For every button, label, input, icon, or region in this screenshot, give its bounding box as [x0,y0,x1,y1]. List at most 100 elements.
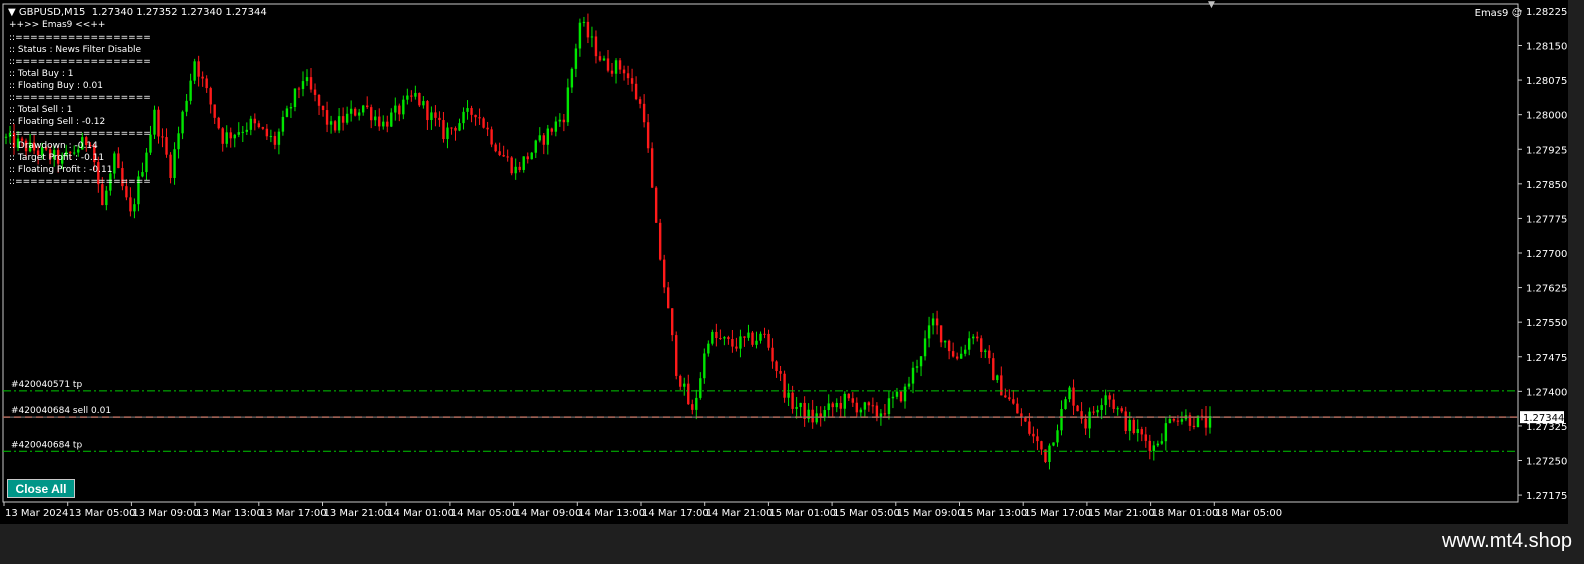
info-panel-line: ::================== [9,93,151,103]
candle-body [386,121,389,127]
x-tick-label: 13 Mar 05:00 [69,508,136,519]
candle-body [1120,408,1123,412]
candle-body [675,335,678,376]
candle-body [205,78,208,89]
watermark-text: www.mt4.shop [1441,530,1572,552]
candle-body [438,117,441,121]
candle-body [811,409,814,423]
y-tick-label: 1.27400 [1526,387,1567,398]
candle-body [747,332,750,338]
candle-body [1160,441,1164,444]
x-tick-label: 14 Mar 13:00 [578,508,645,519]
candle-body [939,325,943,343]
candle-body [281,116,285,132]
info-panel-line: :: Total Buy : 1 [9,69,74,79]
candle-body [775,361,778,372]
candle-body [683,383,686,387]
candle-body [209,88,212,105]
candle-body [277,131,281,145]
info-panel-line: :: Target Profit : -0.11 [9,153,105,163]
candle-body [462,111,465,124]
candle-body [1164,423,1168,442]
candle-body [514,166,517,174]
candle-body [891,396,895,399]
x-tick-label: 13 Mar 2024 [5,508,68,519]
current-price-label: 1.27344 [1523,413,1564,424]
candle-body [771,347,774,362]
candle-body [153,109,156,135]
candle-body [562,119,566,123]
x-tick-label: 14 Mar 21:00 [706,508,773,519]
candle-body [903,386,907,402]
y-tick-label: 1.27550 [1526,318,1567,329]
candle-body [249,118,253,130]
candle-body [474,114,477,118]
candle-body [422,101,425,106]
candle-body [755,340,758,345]
candle-body [225,132,228,144]
candle-body [1096,409,1099,413]
candle-body [305,77,309,82]
candle-body [843,393,846,409]
candle-body [791,392,794,409]
candle-body [968,338,971,350]
candle-body [642,103,646,123]
candle-body [1156,443,1160,446]
candle-body [679,375,682,387]
candle-body [1088,411,1091,429]
candle-body [189,80,192,101]
info-panel-line: ::================== [9,57,151,67]
close-all-button[interactable]: Close All [7,479,75,498]
candle-body [996,375,999,381]
candle-body [478,117,481,119]
candle-body [859,409,863,413]
candle-body [1172,419,1176,421]
x-tick-label: 15 Mar 01:00 [769,508,836,519]
candle-body [976,336,979,339]
candle-body [819,413,822,417]
dropdown-triangle-icon[interactable]: ▼ [8,7,19,18]
candle-body [1092,411,1095,413]
candle-body [4,136,8,138]
candle-body [823,410,826,417]
y-tick-label: 1.27850 [1526,180,1567,191]
candle-body [470,108,473,115]
candle-body [1128,419,1131,431]
candle-body [337,116,341,131]
candle-body [1140,429,1143,435]
y-tick-label: 1.27775 [1526,214,1567,225]
candle-body [606,58,610,71]
candle-body [799,402,802,408]
candlestick-chart[interactable]: 1.28225 1.28150 1.28075 1.28000 1.27925 1.278… [0,0,1584,524]
candle-body [743,336,746,338]
candle-body [1192,425,1196,428]
candle-body [915,366,919,368]
candle-body [827,403,830,411]
candle-body [751,332,754,345]
candle-body [1112,399,1115,409]
candle-body [165,137,168,155]
candle-body [972,336,975,339]
candle-body [1136,429,1139,433]
candle-body [1060,409,1063,431]
candle-body [538,135,541,141]
candle-body [426,101,429,121]
y-tick-label: 1.28150 [1526,42,1567,53]
candle-body [105,190,108,206]
candle-body [410,95,413,97]
x-tick-label: 13 Mar 09:00 [132,508,199,519]
x-tick-label: 13 Mar 17:00 [260,508,327,519]
candle-body [241,131,244,133]
y-tick-label: 1.27175 [1526,491,1567,502]
candle-body [309,77,313,90]
candle-body [285,108,289,117]
candle-body [1064,399,1067,410]
ea-info-panel: ::==================:: Status : News Fil… [9,32,151,188]
candle-body [454,127,457,131]
candle-body [622,69,626,74]
chart-shift-marker-icon[interactable]: ▼ [1208,0,1215,10]
candle-body [498,151,501,156]
x-tick-label: 14 Mar 01:00 [387,508,454,519]
candle-body [783,373,786,398]
candle-body [988,350,991,359]
